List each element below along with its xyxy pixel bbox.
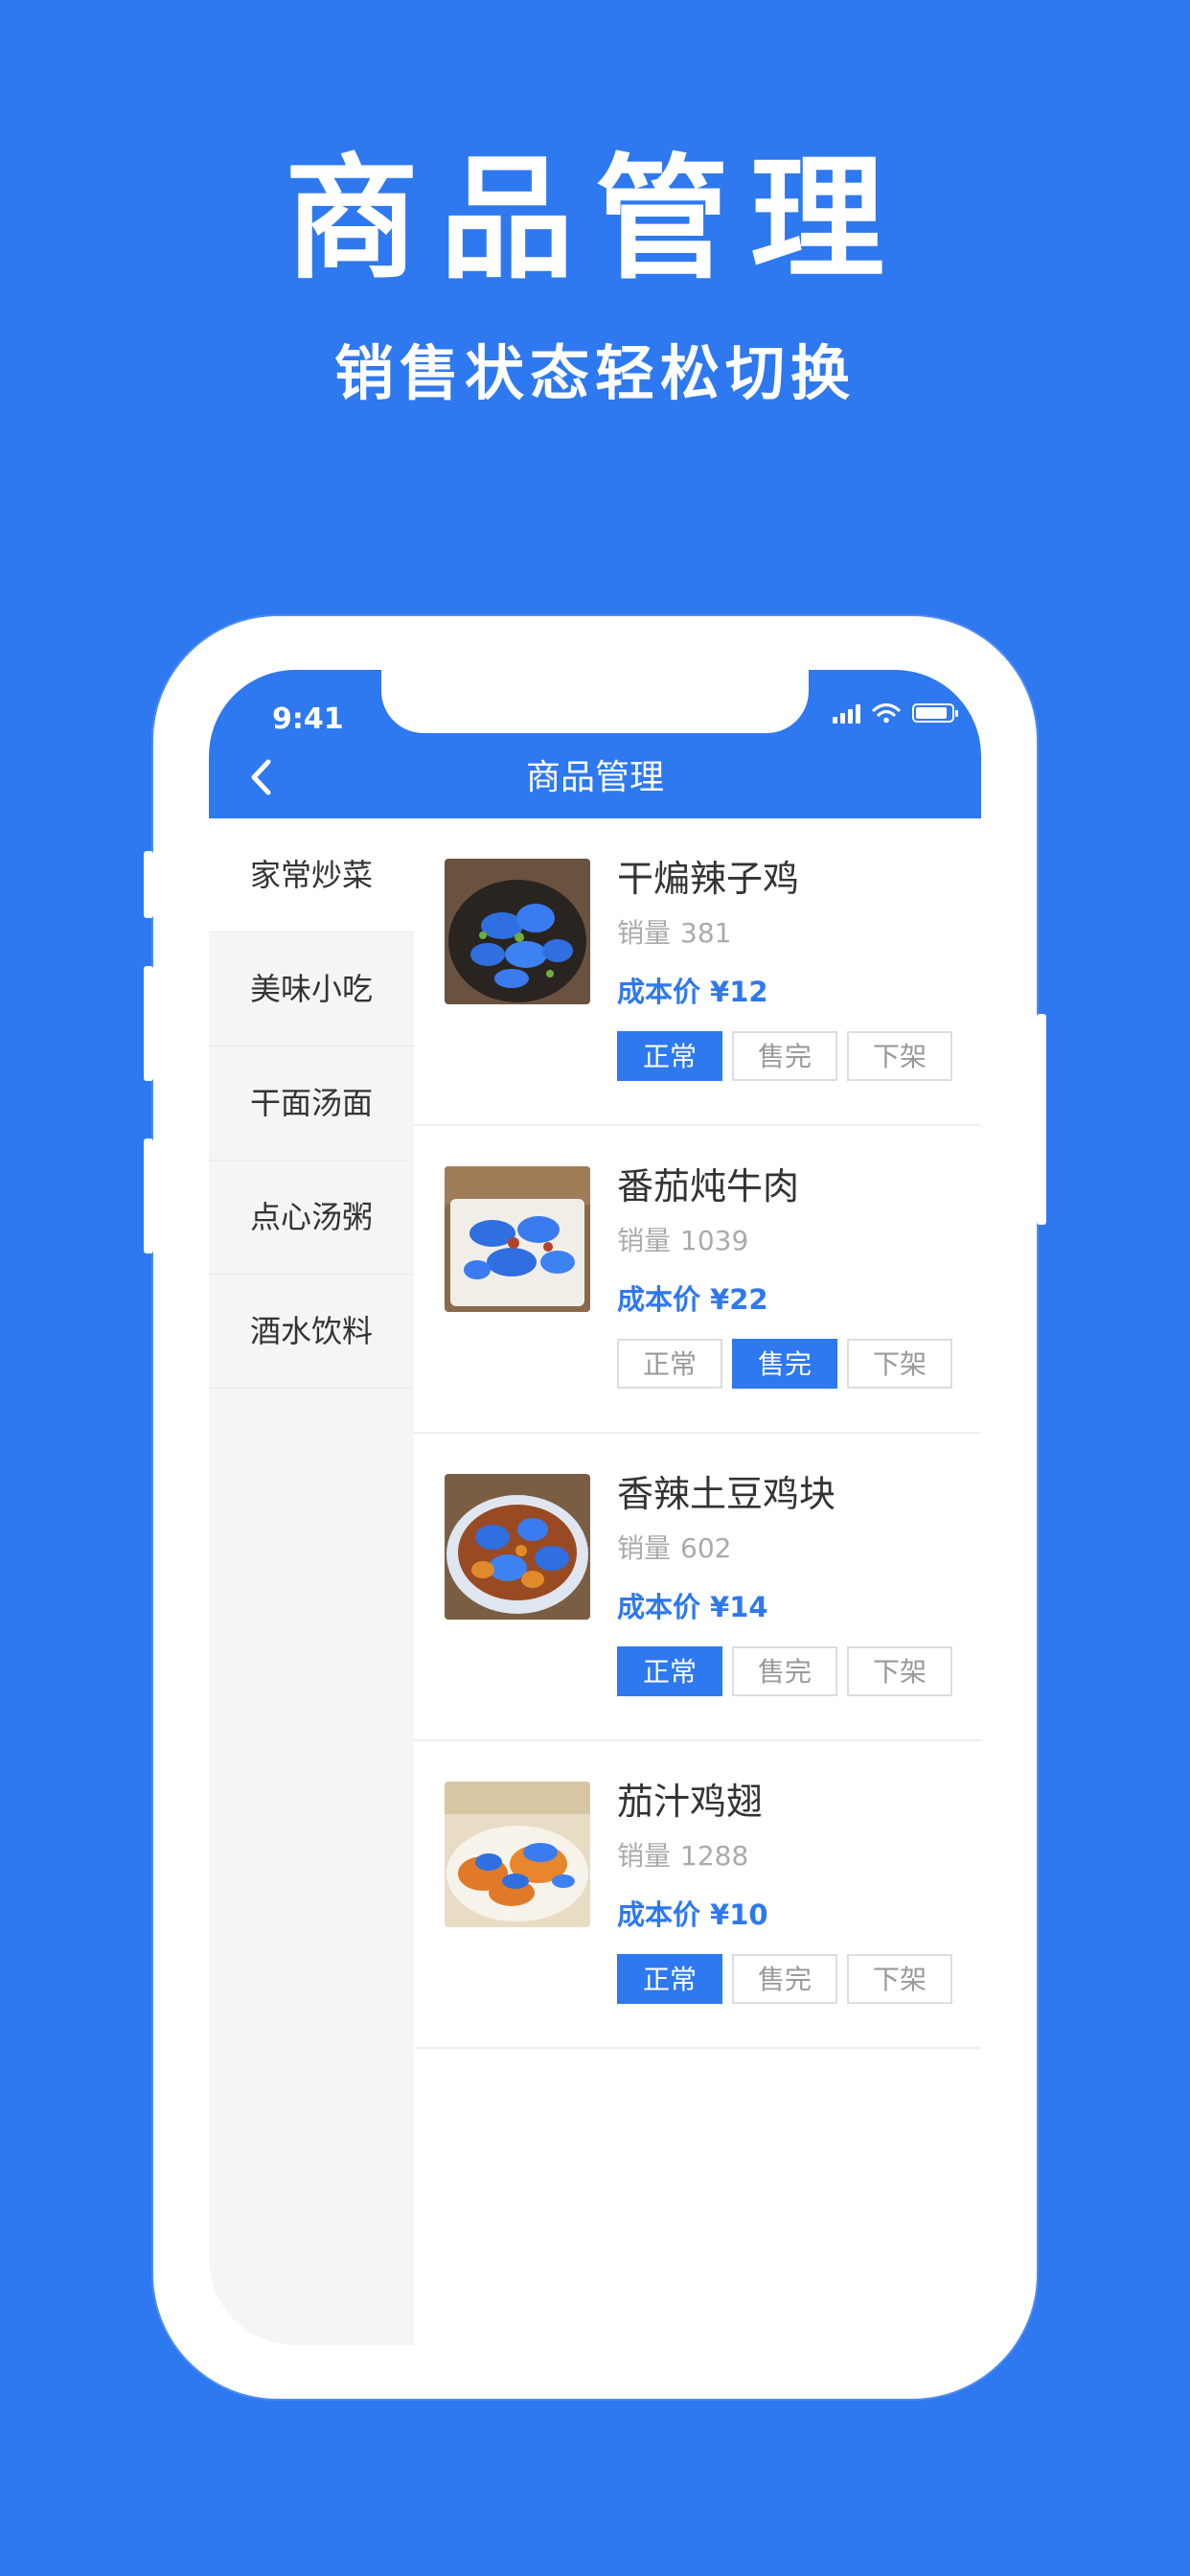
product-image xyxy=(445,1166,590,1312)
status-normal-button[interactable]: 正常 xyxy=(617,1954,722,2004)
status-soldout-button[interactable]: 售完 xyxy=(732,1339,837,1389)
product-name: 干煸辣子鸡 xyxy=(617,858,800,900)
product-sales: 销量 1288 xyxy=(617,1840,749,1872)
category-sidebar: 家常炒菜 美味小吃 干面汤面 点心汤粥 酒水饮料 xyxy=(209,818,414,2345)
status-soldout-button[interactable]: 售完 xyxy=(732,1031,837,1081)
phone-side-button xyxy=(1037,1014,1046,1225)
status-soldout-button[interactable]: 售完 xyxy=(732,1646,837,1696)
product-item: 香辣土豆鸡块 销量 602 成本价 ¥14 正常 售完 下架 xyxy=(414,1434,981,1741)
product-image xyxy=(445,859,590,1004)
wifi-icon xyxy=(872,702,901,724)
phone-frame: 9:41 商品管理 家常炒菜 美味小吃 干面汤面 点心汤粥 酒水饮料 干煸辣子鸡… xyxy=(144,616,1046,2399)
signal-icon xyxy=(833,702,860,724)
status-offshelf-button[interactable]: 下架 xyxy=(847,1031,952,1081)
status-soldout-button[interactable]: 售完 xyxy=(732,1954,837,2004)
status-buttons: 正常 售完 下架 xyxy=(617,1954,952,2004)
product-price: 成本价 ¥10 xyxy=(617,1898,768,1931)
nav-bar: 9:41 商品管理 xyxy=(209,670,981,818)
status-offshelf-button[interactable]: 下架 xyxy=(847,1339,952,1389)
status-normal-button[interactable]: 正常 xyxy=(617,1646,722,1696)
phone-screen: 9:41 商品管理 家常炒菜 美味小吃 干面汤面 点心汤粥 酒水饮料 干煸辣子鸡… xyxy=(209,670,981,2345)
phone-side-button xyxy=(144,966,153,1081)
status-buttons: 正常 售完 下架 xyxy=(617,1646,952,1696)
category-item[interactable]: 酒水饮料 xyxy=(209,1275,414,1389)
product-item: 茄汁鸡翅 销量 1288 成本价 ¥10 正常 售完 下架 xyxy=(414,1741,981,2049)
product-price: 成本价 ¥12 xyxy=(617,976,768,1008)
status-time: 9:41 xyxy=(272,702,344,736)
nav-title: 商品管理 xyxy=(525,758,664,797)
phone-notch xyxy=(381,670,809,733)
hero-title: 商品管理 xyxy=(284,142,905,298)
product-item: 干煸辣子鸡 销量 381 成本价 ¥12 正常 售完 下架 xyxy=(414,818,981,1126)
category-item[interactable]: 干面汤面 xyxy=(209,1046,414,1161)
status-buttons: 正常 售完 下架 xyxy=(617,1339,952,1389)
category-item[interactable]: 点心汤粥 xyxy=(209,1161,414,1275)
category-item[interactable]: 美味小吃 xyxy=(209,932,414,1046)
product-name: 香辣土豆鸡块 xyxy=(617,1473,836,1515)
status-offshelf-button[interactable]: 下架 xyxy=(847,1954,952,2004)
product-image xyxy=(445,1782,590,1927)
product-list: 干煸辣子鸡 销量 381 成本价 ¥12 正常 售完 下架 番茄炖牛肉 销量 1… xyxy=(414,818,981,2345)
product-price: 成本价 ¥22 xyxy=(617,1283,768,1316)
status-normal-button[interactable]: 正常 xyxy=(617,1339,722,1389)
battery-icon xyxy=(912,703,958,723)
product-image xyxy=(445,1474,590,1620)
product-name: 番茄炖牛肉 xyxy=(617,1165,800,1208)
status-icons xyxy=(833,702,958,724)
product-price: 成本价 ¥14 xyxy=(617,1591,768,1623)
hero-subtitle: 销售状态轻松切换 xyxy=(333,338,856,408)
status-buttons: 正常 售完 下架 xyxy=(617,1031,952,1081)
product-sales: 销量 381 xyxy=(617,917,732,949)
product-item: 番茄炖牛肉 销量 1039 成本价 ¥22 正常 售完 下架 xyxy=(414,1126,981,1434)
phone-side-button xyxy=(144,851,153,918)
status-offshelf-button[interactable]: 下架 xyxy=(847,1646,952,1696)
product-sales: 销量 602 xyxy=(617,1532,732,1564)
phone-side-button xyxy=(144,1138,153,1254)
status-normal-button[interactable]: 正常 xyxy=(617,1031,722,1081)
category-item[interactable]: 家常炒菜 xyxy=(209,818,414,932)
product-name: 茄汁鸡翅 xyxy=(617,1781,764,1823)
product-sales: 销量 1039 xyxy=(617,1225,749,1256)
